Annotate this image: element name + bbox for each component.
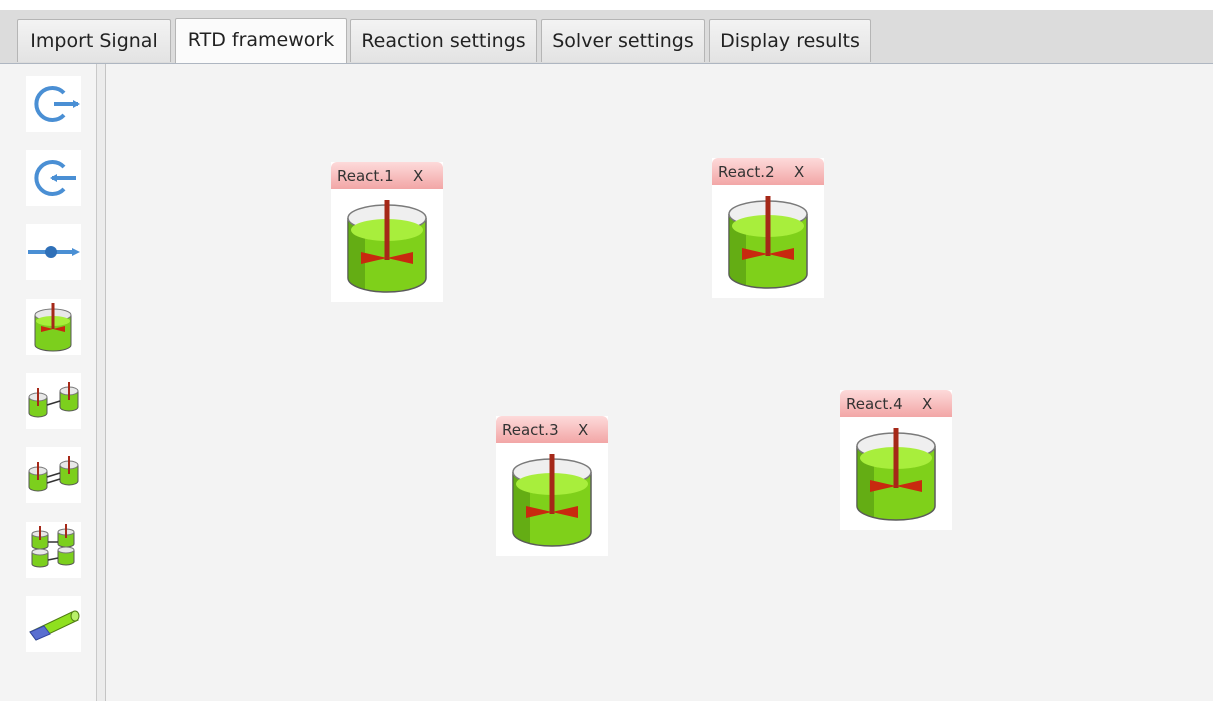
close-icon[interactable]: X <box>413 162 423 191</box>
stirred-tank-icon <box>347 200 427 293</box>
reactors-with-exchange-icon <box>28 456 79 492</box>
tool-signal-output[interactable] <box>26 150 81 206</box>
plug-flow-reactor-icon <box>29 610 80 641</box>
reactor-node-4[interactable]: React.4 X <box>840 390 952 530</box>
reactor-node-header[interactable]: React.2 X <box>712 158 824 185</box>
tab-import-signal[interactable]: Import Signal <box>17 19 171 62</box>
reactors-in-series-icon <box>28 382 79 418</box>
close-icon[interactable]: X <box>578 416 588 445</box>
signal-input-icon <box>34 86 80 122</box>
reactor-node-header[interactable]: React.4 X <box>840 390 952 417</box>
signal-output-icon <box>34 160 76 196</box>
toolbox-panel <box>0 64 97 701</box>
tab-rtd-framework[interactable]: RTD framework <box>175 18 347 63</box>
reactor-node-header[interactable]: React.3 X <box>496 416 608 443</box>
reactor-node-1[interactable]: React.1 X <box>331 162 443 302</box>
close-icon[interactable]: X <box>922 390 932 419</box>
reactor-label: React.1 <box>337 167 394 185</box>
reactor-label: React.3 <box>502 421 559 439</box>
panel-splitter[interactable] <box>97 64 106 701</box>
tool-single-reactor[interactable] <box>26 299 81 355</box>
rtd-canvas[interactable]: React.1 X React.2 X React.3 X React.4 X <box>106 64 1213 701</box>
tool-reactors-in-series[interactable] <box>26 373 81 429</box>
tab-display-results[interactable]: Display results <box>709 19 871 62</box>
tool-flow-connector[interactable] <box>26 224 81 280</box>
reactor-network-icon <box>31 524 75 568</box>
stirred-tank-icon <box>512 454 592 547</box>
tab-reaction-settings[interactable]: Reaction settings <box>350 19 537 62</box>
flow-connector-icon <box>28 246 80 258</box>
tool-plug-flow-reactor[interactable] <box>26 596 81 652</box>
tab-bar: Import Signal RTD framework Reaction set… <box>0 10 1213 64</box>
reactor-label: React.4 <box>846 395 903 413</box>
tool-reactor-network[interactable] <box>26 522 81 578</box>
reactor-node-header[interactable]: React.1 X <box>331 162 443 189</box>
reactor-node-2[interactable]: React.2 X <box>712 158 824 298</box>
reactor-label: React.2 <box>718 163 775 181</box>
stirred-tank-icon <box>856 428 936 521</box>
tool-signal-input[interactable] <box>26 76 81 132</box>
reactor-node-3[interactable]: React.3 X <box>496 416 608 556</box>
tab-solver-settings[interactable]: Solver settings <box>541 19 705 62</box>
tool-reactors-with-exchange[interactable] <box>26 447 81 503</box>
close-icon[interactable]: X <box>794 158 804 187</box>
single-reactor-icon <box>34 303 72 352</box>
stirred-tank-icon <box>728 196 808 289</box>
